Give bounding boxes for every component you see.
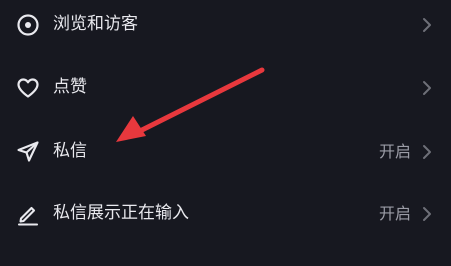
setting-row-likes[interactable]: 点赞 — [0, 59, 451, 119]
setting-label: 私信展示正在输入 — [53, 203, 189, 223]
chevron-right-icon — [421, 143, 433, 161]
chevron-right-icon — [421, 79, 433, 97]
setting-label: 私信 — [53, 141, 87, 161]
heart-icon — [15, 75, 41, 101]
setting-value: 开启 — [378, 204, 411, 223]
setting-row-typing-indicator[interactable]: 私信展示正在输入 开启 — [0, 185, 451, 245]
chevron-right-icon — [421, 16, 433, 34]
paper-plane-icon — [15, 139, 41, 165]
eye-icon — [15, 12, 41, 38]
setting-row-direct-message[interactable]: 私信 开启 — [0, 123, 451, 183]
setting-value: 开启 — [378, 142, 411, 161]
setting-row-views-visitors[interactable]: 浏览和访客 — [0, 0, 451, 56]
setting-label: 点赞 — [53, 77, 87, 97]
chevron-right-icon — [421, 205, 433, 223]
setting-label: 浏览和访客 — [53, 14, 138, 34]
settings-screen: 浏览和访客 点赞 私信 开启 私信展示正在输入 开启 — [0, 0, 451, 266]
pencil-icon — [15, 201, 41, 227]
